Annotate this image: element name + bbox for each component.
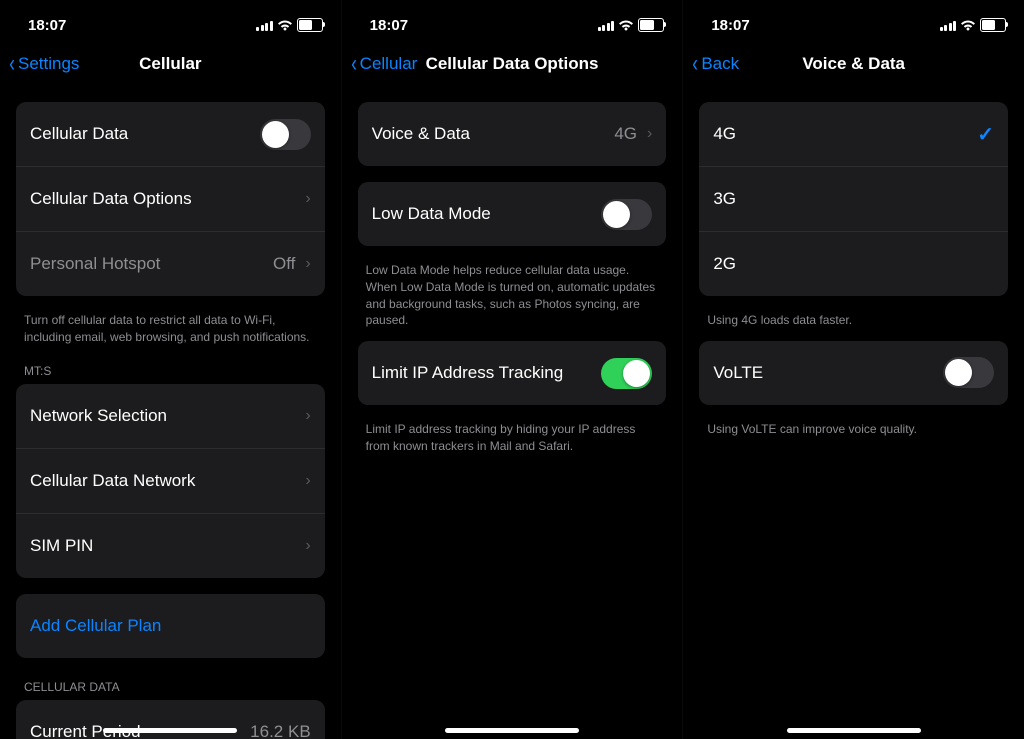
cellular-signal-icon: [256, 20, 273, 31]
status-bar: 18:07: [683, 0, 1024, 42]
battery-icon: [980, 18, 1006, 32]
row-label: Cellular Data: [30, 124, 250, 144]
group-usage: Current Period 16.2 KB Current Period Ro…: [16, 700, 325, 739]
checkmark-icon: ✓: [977, 122, 994, 147]
nav-bar: ‹ Cellular Cellular Data Options: [342, 42, 683, 86]
home-indicator[interactable]: [103, 728, 237, 733]
group-volte: VoLTE: [699, 341, 1008, 405]
chevron-right-icon: ›: [647, 125, 652, 143]
footer-text: Limit IP address tracking by hiding your…: [358, 421, 667, 467]
cellular-signal-icon: [940, 20, 957, 31]
wifi-icon: [277, 19, 293, 31]
back-label: Back: [701, 54, 739, 74]
status-time: 18:07: [370, 17, 408, 34]
wifi-icon: [618, 19, 634, 31]
back-button[interactable]: ‹ Back: [691, 52, 739, 76]
row-cellular-data-options[interactable]: Cellular Data Options ›: [16, 167, 325, 232]
group-limit-ip: Limit IP Address Tracking: [358, 341, 667, 405]
battery-icon: [638, 18, 664, 32]
option-4g[interactable]: 4G ✓: [699, 102, 1008, 167]
row-value: 16.2 KB: [250, 722, 311, 739]
status-icons: [940, 18, 1007, 32]
status-bar: 18:07: [0, 0, 341, 42]
row-label: 4G: [713, 124, 967, 144]
row-label: Cellular Data Network: [30, 471, 295, 491]
chevron-right-icon: ›: [305, 537, 310, 555]
row-label: Add Cellular Plan: [30, 616, 311, 636]
screen-voice-and-data: 18:07 ‹ Back Voice & Data 4G ✓ 3: [682, 0, 1024, 739]
status-bar: 18:07: [342, 0, 683, 42]
group-data: Cellular Data Cellular Data Options › Pe…: [16, 102, 325, 296]
footer-text: Low Data Mode helps reduce cellular data…: [358, 262, 667, 341]
row-label: Personal Hotspot: [30, 254, 263, 274]
chevron-left-icon: ‹: [351, 52, 357, 76]
nav-bar: ‹ Settings Cellular: [0, 42, 341, 86]
chevron-right-icon: ›: [305, 407, 310, 425]
row-add-cellular-plan[interactable]: Add Cellular Plan: [16, 594, 325, 658]
toggle-volte[interactable]: [943, 357, 994, 388]
row-label: 3G: [713, 189, 994, 209]
back-button[interactable]: ‹ Cellular: [350, 52, 418, 76]
row-cellular-data-network[interactable]: Cellular Data Network ›: [16, 449, 325, 514]
row-label: SIM PIN: [30, 536, 295, 556]
row-limit-ip-tracking[interactable]: Limit IP Address Tracking: [358, 341, 667, 405]
status-time: 18:07: [28, 17, 66, 34]
status-icons: [598, 18, 665, 32]
back-label: Settings: [18, 54, 79, 74]
row-label: VoLTE: [713, 363, 933, 383]
row-cellular-data[interactable]: Cellular Data: [16, 102, 325, 167]
row-value: 4G: [614, 124, 637, 144]
row-volte[interactable]: VoLTE: [699, 341, 1008, 405]
section-header-mts: MT:S: [16, 358, 325, 384]
nav-bar: ‹ Back Voice & Data: [683, 42, 1024, 86]
group-voice-data: Voice & Data 4G ›: [358, 102, 667, 166]
chevron-right-icon: ›: [305, 472, 310, 490]
row-value: Off: [273, 254, 295, 274]
row-label: Limit IP Address Tracking: [372, 363, 592, 383]
status-time: 18:07: [711, 17, 749, 34]
row-sim-pin[interactable]: SIM PIN ›: [16, 514, 325, 578]
row-voice-and-data[interactable]: Voice & Data 4G ›: [358, 102, 667, 166]
cellular-signal-icon: [598, 20, 615, 31]
group-low-data: Low Data Mode: [358, 182, 667, 246]
toggle-limit-ip[interactable]: [601, 358, 652, 389]
screen-cellular: 18:07 ‹ Settings Cellular Cellular Data: [0, 0, 341, 739]
footer-text: Turn off cellular data to restrict all d…: [16, 312, 325, 358]
row-label: Voice & Data: [372, 124, 605, 144]
chevron-right-icon: ›: [305, 190, 310, 208]
row-label: 2G: [713, 254, 994, 274]
footer-text: Using 4G loads data faster.: [699, 312, 1008, 341]
group-network-type: 4G ✓ 3G 2G: [699, 102, 1008, 296]
back-button[interactable]: ‹ Settings: [8, 52, 79, 76]
battery-icon: [297, 18, 323, 32]
row-network-selection[interactable]: Network Selection ›: [16, 384, 325, 449]
row-label: Cellular Data Options: [30, 189, 295, 209]
footer-text: Using VoLTE can improve voice quality.: [699, 421, 1008, 450]
row-personal-hotspot[interactable]: Personal Hotspot Off ›: [16, 232, 325, 296]
back-label: Cellular: [360, 54, 418, 74]
chevron-left-icon: ‹: [693, 52, 699, 76]
home-indicator[interactable]: [787, 728, 921, 733]
toggle-low-data-mode[interactable]: [601, 199, 652, 230]
toggle-cellular-data[interactable]: [260, 119, 311, 150]
row-label: Network Selection: [30, 406, 295, 426]
screen-cellular-data-options: 18:07 ‹ Cellular Cellular Data Options V…: [341, 0, 683, 739]
group-add-plan: Add Cellular Plan: [16, 594, 325, 658]
row-low-data-mode[interactable]: Low Data Mode: [358, 182, 667, 246]
wifi-icon: [960, 19, 976, 31]
option-3g[interactable]: 3G: [699, 167, 1008, 232]
row-label: Low Data Mode: [372, 204, 592, 224]
option-2g[interactable]: 2G: [699, 232, 1008, 296]
group-mts: Network Selection › Cellular Data Networ…: [16, 384, 325, 578]
chevron-left-icon: ‹: [9, 52, 15, 76]
section-header-cellular-data: CELLULAR DATA: [16, 674, 325, 700]
status-icons: [256, 18, 323, 32]
row-current-period[interactable]: Current Period 16.2 KB: [16, 700, 325, 739]
home-indicator[interactable]: [445, 728, 579, 733]
chevron-right-icon: ›: [305, 255, 310, 273]
